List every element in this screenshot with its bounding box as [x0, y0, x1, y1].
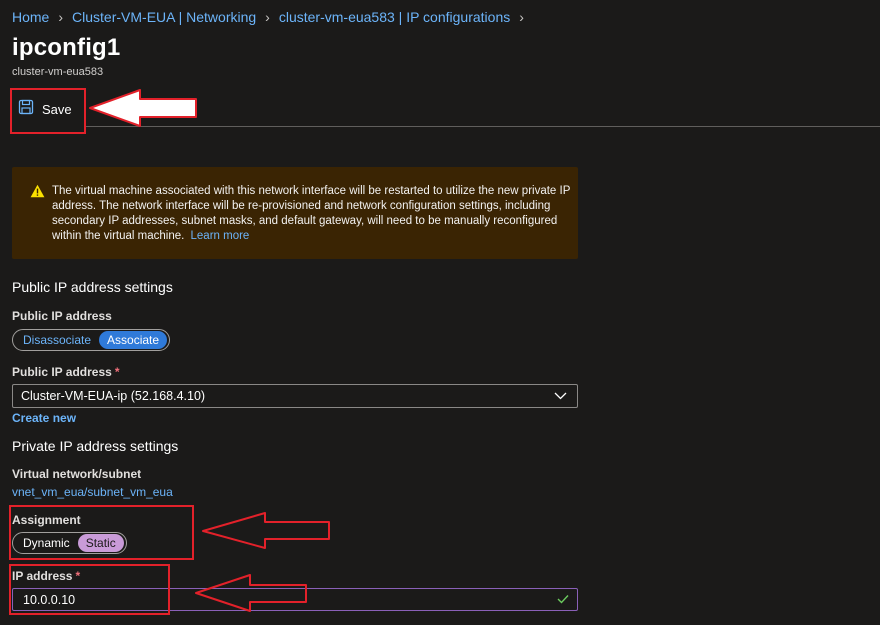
ip-address-arrow-icon [195, 574, 307, 612]
save-arrow-icon [89, 89, 197, 127]
annotation-arrows [89, 89, 330, 612]
assignment-arrow-icon [202, 512, 330, 549]
